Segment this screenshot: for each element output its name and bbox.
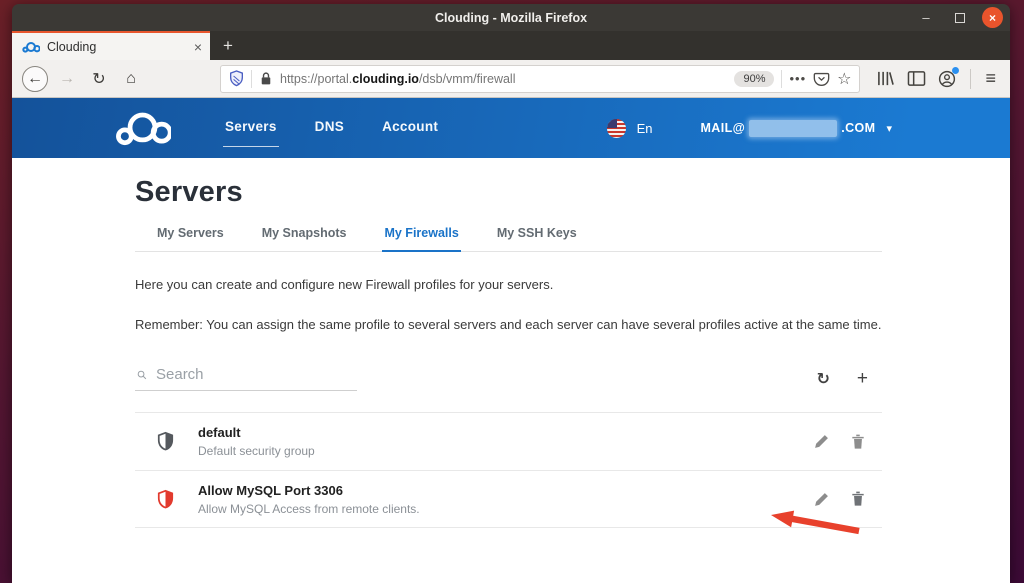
site-nav: Servers DNS Account bbox=[225, 119, 438, 138]
clouding-logo[interactable] bbox=[115, 110, 171, 146]
search-row: ↻ + bbox=[135, 366, 882, 391]
chevron-down-icon: ▾ bbox=[886, 122, 892, 135]
delete-trash-icon[interactable] bbox=[851, 434, 865, 450]
maximize-icon bbox=[955, 13, 965, 23]
nav-toolbar: ← → ↻ ⌂ https://portal.clouding.io/dsb/v… bbox=[12, 60, 1010, 98]
row-actions bbox=[814, 491, 882, 507]
toolbar-separator bbox=[970, 69, 971, 89]
hamburger-menu-icon[interactable]: ≡ bbox=[985, 68, 996, 89]
delete-trash-icon[interactable] bbox=[851, 491, 865, 507]
zoom-level-badge[interactable]: 90% bbox=[734, 71, 774, 87]
firewall-row-text: default Default security group bbox=[198, 425, 315, 458]
pocket-icon[interactable] bbox=[813, 71, 830, 87]
urlbar-separator-2 bbox=[781, 70, 782, 88]
url-path: /dsb/vmm/firewall bbox=[419, 72, 516, 86]
email-suffix: .COM bbox=[841, 121, 875, 135]
nav-item-servers[interactable]: Servers bbox=[225, 119, 277, 138]
language-label[interactable]: En bbox=[637, 121, 653, 136]
firewall-description: Default security group bbox=[198, 444, 315, 458]
firefox-window: Clouding - Mozilla Firefox – × Clouding … bbox=[12, 4, 1010, 583]
edit-pencil-icon[interactable] bbox=[814, 434, 829, 449]
list-actions: ↻ + bbox=[816, 368, 882, 390]
tab-strip: Clouding × + bbox=[12, 31, 1010, 60]
email-prefix: MAIL@ bbox=[700, 121, 745, 135]
firefox-account-button[interactable] bbox=[938, 70, 956, 88]
firewall-row-mysql[interactable]: Allow MySQL Port 3306 Allow MySQL Access… bbox=[135, 470, 882, 528]
firewall-list: default Default security group bbox=[135, 412, 882, 528]
account-notification-dot bbox=[952, 67, 959, 74]
url-text: https://portal.clouding.io/dsb/vmm/firew… bbox=[280, 72, 727, 86]
firewall-description: Allow MySQL Access from remote clients. bbox=[198, 502, 420, 516]
url-bar[interactable]: https://portal.clouding.io/dsb/vmm/firew… bbox=[220, 65, 860, 93]
urlbar-separator bbox=[251, 70, 252, 88]
url-protocol: https://portal. bbox=[280, 72, 352, 86]
forward-button[interactable]: → bbox=[54, 66, 80, 92]
tab-my-snapshots[interactable]: My Snapshots bbox=[260, 226, 349, 251]
library-icon[interactable] bbox=[876, 70, 895, 87]
search-input[interactable] bbox=[156, 366, 355, 383]
intro-text: Here you can create and configure new Fi… bbox=[135, 277, 1010, 292]
shield-icon bbox=[156, 431, 175, 452]
new-tab-button[interactable]: + bbox=[210, 31, 246, 60]
window-controls: – × bbox=[914, 4, 1003, 31]
tab-close-icon[interactable]: × bbox=[194, 39, 202, 55]
page-tabs: My Servers My Snapshots My Firewalls My … bbox=[135, 226, 882, 252]
lock-icon bbox=[259, 71, 273, 86]
search-icon bbox=[137, 368, 147, 382]
window-titlebar: Clouding - Mozilla Firefox – × bbox=[12, 4, 1010, 31]
home-button[interactable]: ⌂ bbox=[118, 66, 144, 92]
add-firewall-icon[interactable]: + bbox=[857, 368, 868, 390]
maximize-button[interactable] bbox=[948, 6, 972, 30]
back-button[interactable]: ← bbox=[22, 66, 48, 92]
clouding-favicon-icon bbox=[22, 41, 40, 53]
firewall-name: Allow MySQL Port 3306 bbox=[198, 483, 420, 498]
firewall-name: default bbox=[198, 425, 315, 440]
sidebar-toggle-icon[interactable] bbox=[907, 70, 926, 87]
url-domain: clouding.io bbox=[352, 72, 419, 86]
refresh-list-icon[interactable]: ↻ bbox=[816, 369, 829, 389]
tab-my-ssh-keys[interactable]: My SSH Keys bbox=[495, 226, 579, 251]
shield-icon bbox=[156, 489, 175, 510]
site-header: Servers DNS Account En MAIL@ .COM ▾ bbox=[12, 98, 1010, 158]
page-actions-icon[interactable]: ••• bbox=[789, 71, 806, 86]
note-text: Remember: You can assign the same profil… bbox=[135, 315, 895, 335]
account-email-menu[interactable]: MAIL@ .COM ▾ bbox=[700, 120, 892, 137]
nav-item-dns[interactable]: DNS bbox=[315, 119, 344, 138]
nav-item-account[interactable]: Account bbox=[382, 119, 438, 138]
header-account-cluster: En MAIL@ .COM ▾ bbox=[607, 119, 1010, 138]
email-redacted-blur bbox=[749, 120, 837, 137]
tab-my-firewalls[interactable]: My Firewalls bbox=[382, 226, 460, 251]
firewall-row-text: Allow MySQL Port 3306 Allow MySQL Access… bbox=[198, 483, 420, 516]
browser-tab-clouding[interactable]: Clouding × bbox=[12, 31, 210, 60]
firewall-row-default[interactable]: default Default security group bbox=[135, 412, 882, 470]
row-actions bbox=[814, 434, 882, 450]
reload-button[interactable]: ↻ bbox=[86, 66, 112, 92]
tab-my-servers[interactable]: My Servers bbox=[155, 226, 226, 251]
tab-title: Clouding bbox=[47, 40, 187, 54]
tracking-protection-shield-icon[interactable] bbox=[229, 70, 244, 87]
us-flag-icon[interactable] bbox=[607, 119, 626, 138]
window-title: Clouding - Mozilla Firefox bbox=[435, 11, 587, 25]
close-button[interactable]: × bbox=[982, 7, 1003, 28]
search-box[interactable] bbox=[135, 366, 357, 391]
bookmark-star-icon[interactable]: ☆ bbox=[837, 69, 851, 89]
toolbar-right-cluster: ≡ bbox=[866, 68, 1000, 89]
page-content: Servers My Servers My Snapshots My Firew… bbox=[12, 158, 1010, 583]
page-title: Servers bbox=[135, 176, 1010, 209]
minimize-button[interactable]: – bbox=[914, 6, 938, 30]
edit-pencil-icon[interactable] bbox=[814, 492, 829, 507]
